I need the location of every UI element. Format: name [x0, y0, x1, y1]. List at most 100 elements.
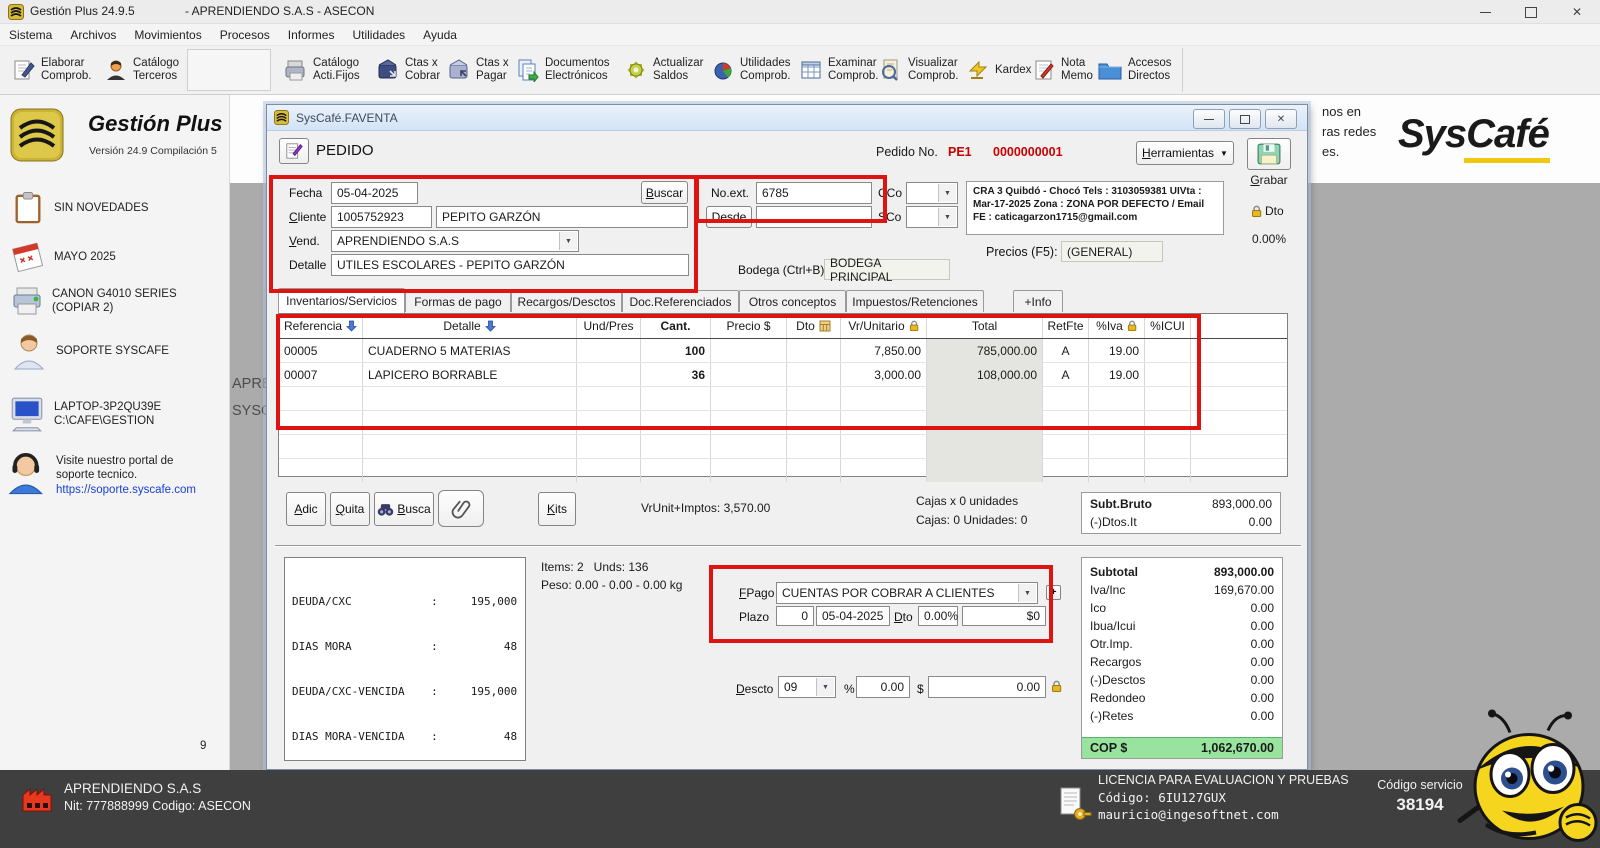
sidebar-item-periodo[interactable]: MAYO 2025: [10, 240, 116, 274]
sidebar-item-label: SOPORTE SYSCAFE: [56, 345, 169, 357]
tab-info[interactable]: +Info: [1013, 290, 1063, 312]
plazo-dto-input[interactable]: 0.00%: [918, 606, 958, 626]
fpago-combo[interactable]: CUENTAS POR COBRAR A CLIENTES ▼: [776, 582, 1038, 604]
noext-input[interactable]: 6785: [756, 182, 872, 204]
sidebar-item-novedades[interactable]: SIN NOVEDADES: [12, 191, 149, 225]
items-table: Referencia Detalle Und/Pres Cant. Precio…: [278, 313, 1288, 482]
dialog-close-icon[interactable]: ✕: [1265, 109, 1297, 129]
col-detalle[interactable]: Detalle: [363, 314, 577, 338]
toolbar-label: Comprob.: [740, 70, 791, 82]
tab-otros-conceptos[interactable]: Otros conceptos: [739, 290, 846, 312]
toolbar-examinar-comprob[interactable]: Examinar Comprob.: [795, 49, 883, 91]
grid-table-icon: [801, 61, 821, 79]
tab-recargos-desctos[interactable]: Recargos/Desctos: [511, 290, 622, 312]
sco-combo[interactable]: ▼: [906, 206, 958, 228]
toolbar-nota-memo[interactable]: Nota Memo: [1028, 49, 1097, 91]
support-portal-link[interactable]: https://soporte.syscafe.com: [56, 484, 206, 496]
toolbar-accesos-directos[interactable]: Accesos Directos: [1093, 49, 1175, 91]
maximize-icon[interactable]: [1508, 0, 1554, 24]
tab-doc-referenciados[interactable]: Doc.Referenciados: [622, 290, 739, 312]
fecha-input[interactable]: 05-04-2025: [331, 182, 418, 204]
herramientas-button[interactable]: Herramientas ▼: [1136, 141, 1234, 165]
syscafe-logo-text: SysCafé: [1398, 112, 1550, 156]
menu-procesos[interactable]: Procesos: [211, 26, 279, 44]
cco-combo[interactable]: ▼: [906, 182, 958, 204]
buscar-button[interactable]: Buscar: [641, 181, 688, 204]
tab-formas-de-pago[interactable]: Formas de pago: [405, 290, 511, 312]
doc-type-label: PEDIDO: [316, 142, 374, 159]
desde-button[interactable]: Desde: [706, 206, 752, 228]
quita-label: Quita: [335, 502, 365, 516]
toolbar-catalogo-terceros[interactable]: Catálogo Terceros: [100, 49, 183, 91]
tab-impuestos-retenciones[interactable]: Impuestos/Retenciones: [846, 290, 984, 312]
cliente-id-input[interactable]: 1005752923: [331, 206, 432, 228]
menu-ayuda[interactable]: Ayuda: [414, 26, 466, 44]
doc-type-button[interactable]: [279, 138, 309, 164]
table-row[interactable]: 00007 LAPICERO BORRABLE 36 3,000.00 108,…: [279, 363, 1287, 387]
menu-sistema[interactable]: Sistema: [0, 26, 61, 44]
quita-button[interactable]: Quita: [330, 492, 370, 526]
detalle-input[interactable]: UTILES ESCOLARES - PEPITO GARZÓN: [331, 254, 689, 276]
minimize-icon[interactable]: [1462, 0, 1508, 24]
vendedor-combo[interactable]: APRENDIENDO S.A.S ▼: [331, 230, 579, 252]
col-cant[interactable]: Cant.: [641, 314, 711, 338]
col-referencia[interactable]: Referencia: [279, 314, 363, 338]
col-dto[interactable]: Dto: [787, 314, 841, 338]
col-icui[interactable]: %ICUI: [1145, 314, 1191, 338]
kits-button[interactable]: Kits: [538, 492, 576, 526]
adic-button[interactable]: Adic: [286, 492, 326, 526]
license-line1: LICENCIA PARA EVALUACION Y PRUEBAS: [1098, 773, 1349, 787]
menu-movimientos[interactable]: Movimientos: [125, 26, 210, 44]
toolbar-catalogo-actifijos[interactable]: Catálogo Acti.Fijos: [280, 49, 364, 91]
table-row[interactable]: 00005 CUADERNO 5 MATERIAS 100 7,850.00 7…: [279, 339, 1287, 363]
chevron-down-icon[interactable]: ▼: [938, 208, 956, 226]
detalle-label: Detalle: [289, 258, 327, 272]
chevron-down-icon[interactable]: ▼: [1018, 584, 1036, 602]
col-total[interactable]: Total: [927, 314, 1043, 338]
descto-combo[interactable]: 09 ▼: [778, 676, 836, 698]
chevron-down-icon[interactable]: ▼: [938, 184, 956, 202]
tab-inventarios-servicios[interactable]: Inventarios/Servicios: [278, 288, 405, 313]
toolbar-elaborar-comprob[interactable]: Elaborar Comprob.: [8, 49, 96, 91]
toolbar-utilidades-comprob[interactable]: Utilidades Comprob.: [707, 49, 795, 91]
toolbar-kardex[interactable]: Kardex: [962, 49, 1035, 91]
menu-archivos[interactable]: Archivos: [61, 26, 125, 44]
close-icon[interactable]: ✕: [1554, 0, 1600, 24]
dialog-titlebar[interactable]: SysCafé.FAVENTA ✕: [267, 105, 1307, 131]
descto-pct-input[interactable]: 0.00: [856, 676, 910, 698]
dialog-minimize-icon[interactable]: [1193, 109, 1225, 129]
menu-informes[interactable]: Informes: [279, 26, 344, 44]
descto-valor-input[interactable]: 0.00: [928, 676, 1046, 698]
sidebar-item-equipo[interactable]: LAPTOP-3P2QU39E C:\CAFE\GESTION: [8, 395, 161, 433]
chevron-down-icon[interactable]: ▼: [559, 232, 577, 250]
col-retfte[interactable]: RetFte: [1043, 314, 1089, 338]
toolbar-actualizar-saldos[interactable]: Actualizar Saldos: [620, 49, 708, 91]
toolbar-ctas-cobrar[interactable]: Ctas x Cobrar: [372, 49, 444, 91]
grabar-button[interactable]: [1247, 138, 1291, 170]
col-und-pres[interactable]: Und/Pres: [577, 314, 641, 338]
plazo-fecha-input[interactable]: 05-04-2025: [816, 606, 890, 626]
dialog-maximize-icon[interactable]: [1229, 109, 1261, 129]
col-vr-unitario[interactable]: Vr/Unitario: [841, 314, 927, 338]
fecha-label: Fecha: [289, 186, 323, 200]
cliente-nombre-input[interactable]: PEPITO GARZÓN: [436, 206, 688, 228]
plazo-valor-input[interactable]: $0: [962, 606, 1046, 626]
desde-input[interactable]: [756, 206, 872, 228]
col-iva[interactable]: %Iva: [1089, 314, 1145, 338]
bodega-value[interactable]: BODEGA PRINCIPAL: [824, 256, 950, 284]
plazo-dias-input[interactable]: 0: [776, 606, 814, 626]
toolbar-visualizar-comprob[interactable]: Visualizar Comprob.: [875, 49, 963, 91]
col-precio[interactable]: Precio $: [711, 314, 787, 338]
menu-utilidades[interactable]: Utilidades: [343, 26, 414, 44]
fpago-expand-icon[interactable]: +: [1046, 585, 1061, 600]
sidebar-item-soporte[interactable]: SOPORTE SYSCAFE: [12, 331, 169, 371]
sidebar-item-portal-soporte[interactable]: Visite nuestro portal de soporte tecnico…: [6, 450, 206, 496]
attach-button[interactable]: [438, 490, 484, 527]
toolbar-label: Directos: [1128, 70, 1171, 82]
busca-button[interactable]: Busca: [374, 492, 434, 526]
toolbar-ctas-pagar[interactable]: Ctas x Pagar: [443, 49, 513, 91]
toolbar-documentos-electronicos[interactable]: Documentos Electrónicos: [512, 49, 614, 91]
chevron-down-icon[interactable]: ▼: [816, 678, 834, 696]
statusbar-company: APRENDIENDO S.A.S: [64, 781, 202, 796]
sidebar-item-impresora[interactable]: CANON G4010 SERIES (COPIAR 2): [10, 285, 222, 317]
